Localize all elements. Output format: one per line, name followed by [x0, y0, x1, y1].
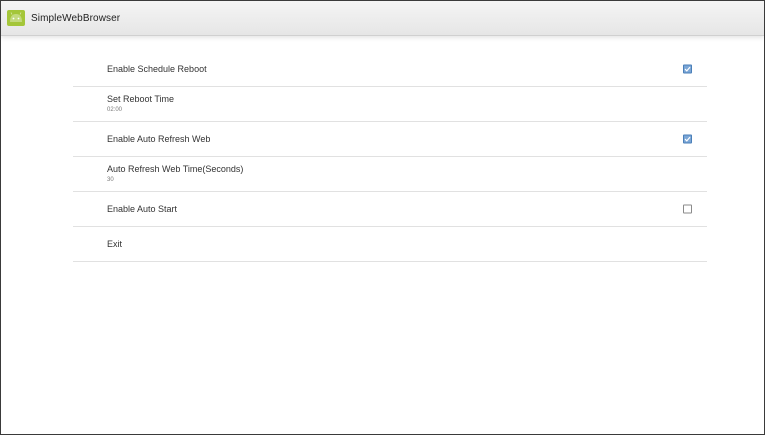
pref-enable-auto-refresh-web[interactable]: Enable Auto Refresh Web — [73, 122, 707, 157]
pref-title: Auto Refresh Web Time(Seconds) — [107, 164, 244, 174]
pref-auto-refresh-web-time[interactable]: Auto Refresh Web Time(Seconds) 30 — [73, 157, 707, 192]
auto-refresh-checkbox[interactable] — [683, 134, 692, 144]
checkmark-icon — [684, 66, 691, 72]
pref-title: Exit — [107, 238, 123, 249]
pref-title: Enable Schedule Reboot — [107, 63, 207, 74]
android-icon — [7, 9, 25, 27]
action-bar: SimpleWebBrowser — [1, 1, 764, 36]
pref-enable-auto-start[interactable]: Enable Auto Start — [73, 192, 707, 227]
pref-summary: 02:00 — [107, 107, 123, 113]
preference-list: Enable Schedule Reboot Set Reboot Time 0… — [73, 52, 707, 262]
auto-start-checkbox[interactable] — [683, 204, 692, 214]
checkmark-icon — [684, 136, 691, 142]
pref-exit[interactable]: Exit — [73, 227, 707, 262]
pref-enable-schedule-reboot[interactable]: Enable Schedule Reboot — [73, 52, 707, 87]
pref-title: Enable Auto Refresh Web — [107, 133, 211, 144]
app-title: SimpleWebBrowser — [31, 12, 121, 24]
schedule-reboot-checkbox[interactable] — [683, 64, 692, 74]
pref-title: Set Reboot Time — [107, 94, 175, 104]
pref-summary: 30 — [107, 177, 114, 183]
settings-screen: SimpleWebBrowser Enable Schedule Reboot … — [0, 0, 765, 435]
pref-title: Enable Auto Start — [107, 203, 178, 214]
pref-set-reboot-time[interactable]: Set Reboot Time 02:00 — [73, 87, 707, 122]
